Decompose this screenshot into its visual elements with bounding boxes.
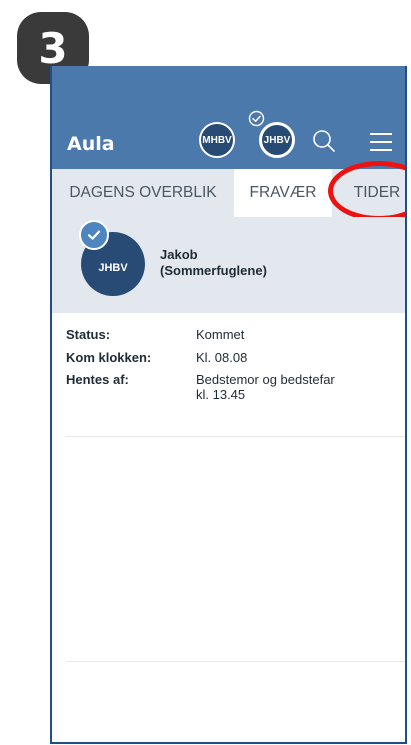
child-group: (Sommerfuglene) bbox=[160, 263, 267, 278]
detail-label: Hentes af: bbox=[66, 372, 129, 387]
detail-label: Status: bbox=[66, 327, 111, 342]
child-initials: JHBV bbox=[98, 262, 128, 274]
detail-value: Kommet bbox=[196, 327, 245, 342]
divider bbox=[66, 436, 405, 437]
pickup-time: kl. 13.45 bbox=[196, 387, 246, 402]
checked-in-badge bbox=[79, 220, 109, 250]
check-icon bbox=[248, 110, 265, 127]
detail-value: Bedstemor og bedstefar kl. 13.45 bbox=[196, 372, 396, 402]
app-header: Aula MHBV JHBV bbox=[52, 66, 405, 169]
detail-label: Kom klokken: bbox=[66, 350, 152, 365]
divider bbox=[66, 661, 405, 662]
app-logo: Aula bbox=[67, 133, 115, 155]
detail-value: Kl. 08.08 bbox=[196, 350, 248, 365]
avatar-initials: MHBV bbox=[202, 134, 232, 146]
child-first-name: Jakob bbox=[160, 247, 198, 262]
avatar-initials: JHBV bbox=[263, 134, 291, 146]
profile-avatar-mhbv[interactable]: MHBV bbox=[199, 122, 235, 158]
tab-dagens-overblik[interactable]: DAGENS OVERBLIK bbox=[52, 169, 234, 217]
checkmark-icon bbox=[87, 230, 101, 240]
menu-icon[interactable] bbox=[369, 132, 393, 152]
child-name: Jakob (Sommerfuglene) bbox=[160, 247, 267, 279]
child-card: JHBV Jakob (Sommerfuglene) bbox=[52, 217, 405, 313]
tab-fravaer[interactable]: FRAVÆR bbox=[234, 169, 332, 217]
phone-screen: Aula MHBV JHBV DAGENS OVERBLIK FRAVÆR TI… bbox=[50, 66, 407, 744]
pickup-person: Bedstemor og bedstefar bbox=[196, 372, 335, 387]
search-icon[interactable] bbox=[312, 129, 336, 153]
profile-avatar-jhbv[interactable]: JHBV bbox=[259, 122, 295, 158]
